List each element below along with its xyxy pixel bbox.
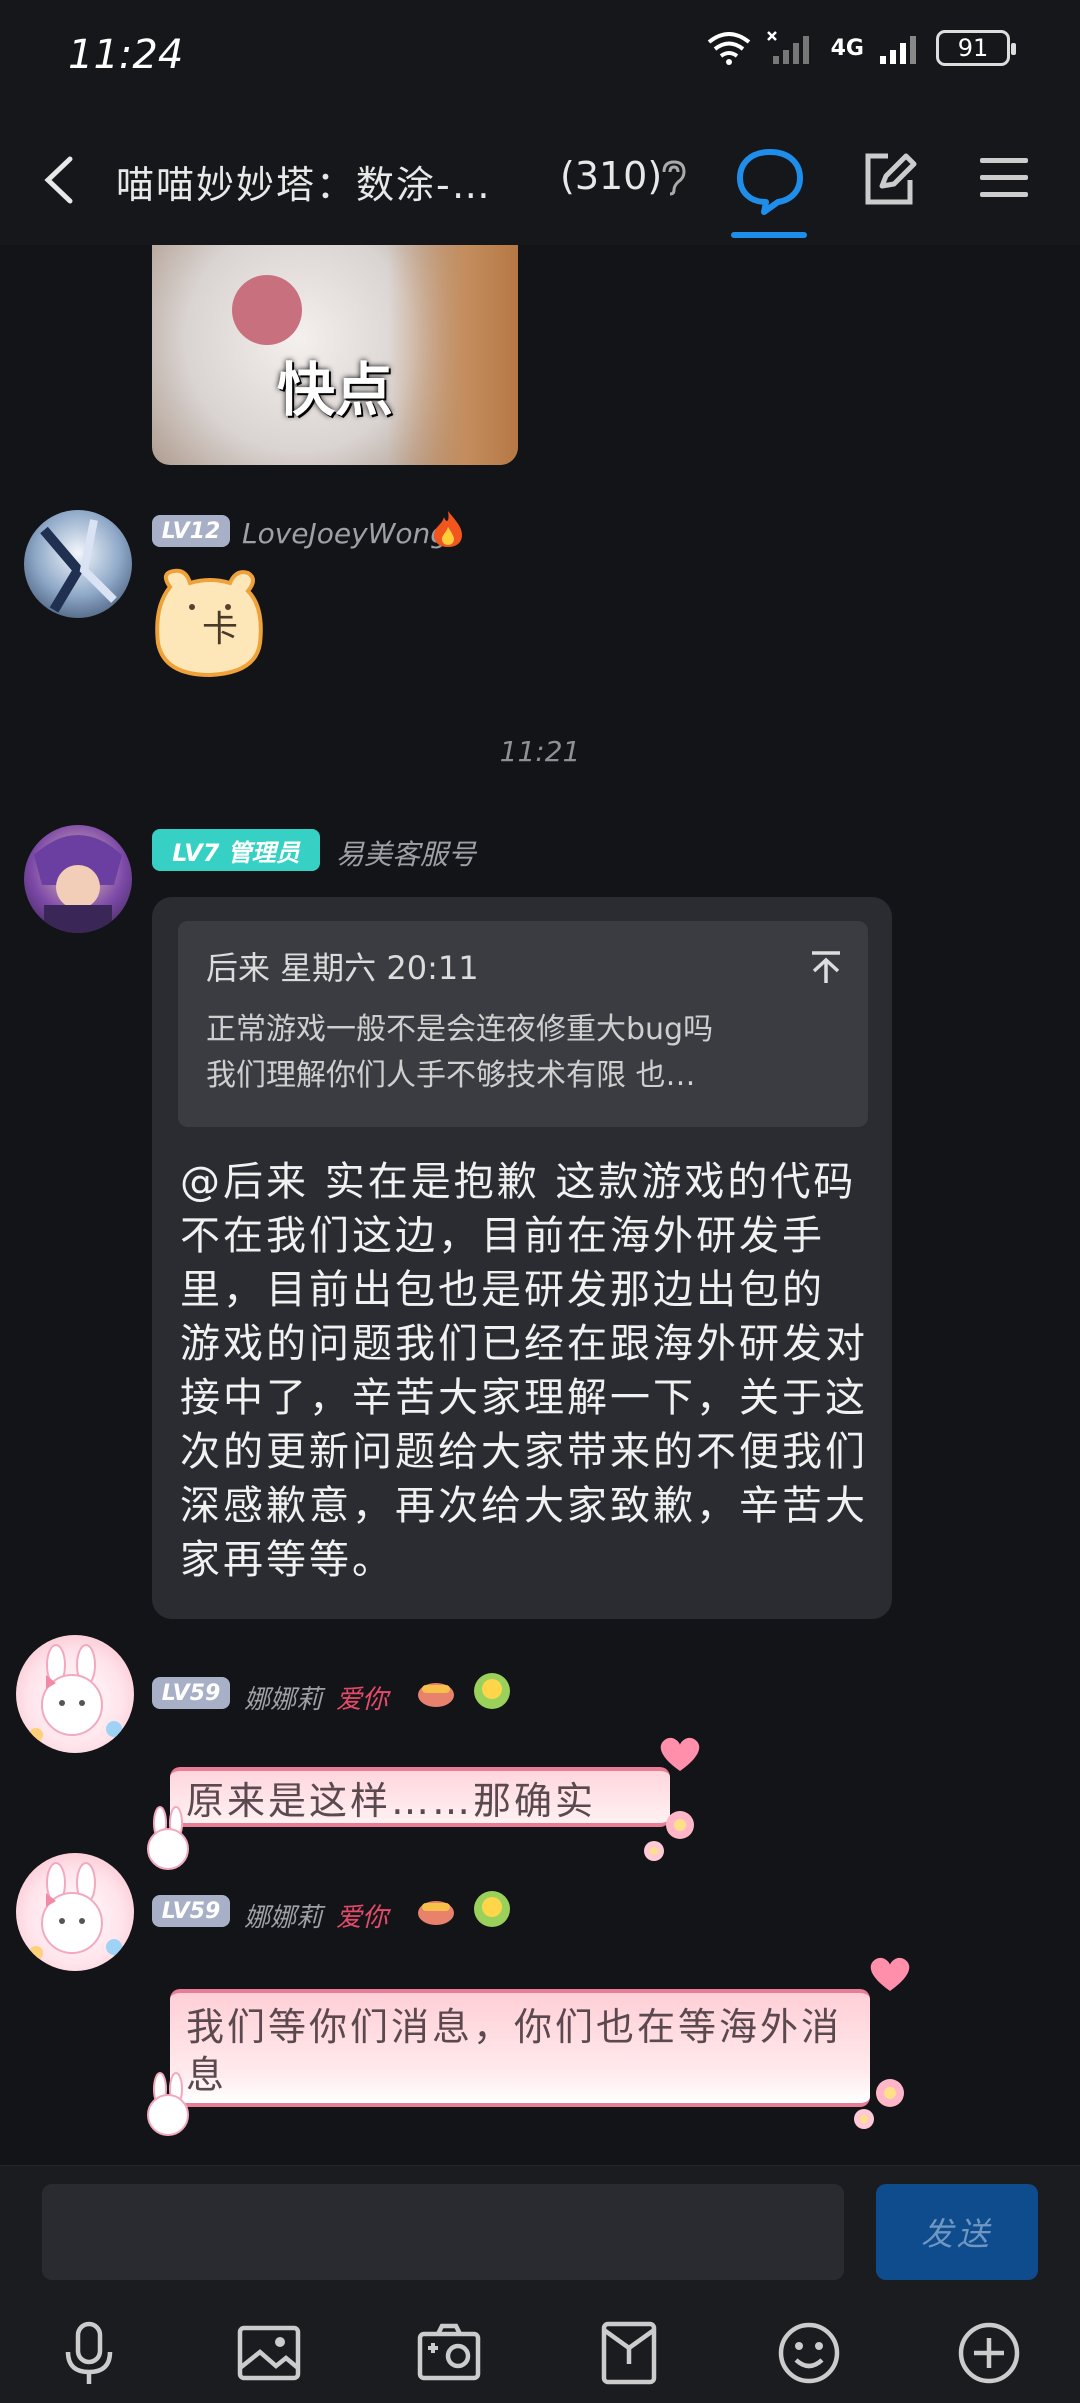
avatar[interactable] bbox=[24, 825, 132, 933]
battery-level: 91 bbox=[957, 34, 989, 62]
message-feed[interactable]: 快点 LV12 LoveJoeyWong 卡 卡 11:21 LV7 管理员 易… bbox=[0, 245, 1080, 2165]
message-text: @后来 实在是抱歉 这款游戏的代码不在我们这边，目前在海外研发手里，目前出包也是… bbox=[180, 1159, 868, 1583]
flower-decoration bbox=[644, 1811, 694, 1861]
sticker-mouth bbox=[232, 275, 302, 345]
signal-icon bbox=[880, 36, 916, 64]
time-divider: 11:21 bbox=[499, 735, 581, 768]
fire-icon bbox=[434, 511, 462, 547]
status-icons: 4G 91 bbox=[705, 30, 1016, 66]
edit-icon[interactable] bbox=[858, 148, 920, 210]
wifi-icon bbox=[707, 32, 750, 65]
quoted-reply[interactable]: 后来 星期六 20:11 正常游戏一般不是会连夜修重大bug吗 我们理解你们人手… bbox=[178, 921, 868, 1127]
bunny-avatar bbox=[29, 1644, 122, 1742]
level-badge: LV12 bbox=[152, 515, 230, 547]
plus-icon[interactable] bbox=[954, 2318, 1024, 2388]
bubble-bunny-decoration bbox=[147, 2072, 189, 2136]
avatar[interactable] bbox=[16, 1853, 134, 1971]
active-tab-indicator bbox=[731, 232, 807, 238]
ear-icon[interactable] bbox=[656, 158, 692, 198]
username[interactable]: LoveJoeyWong bbox=[242, 517, 448, 550]
microphone-icon[interactable] bbox=[54, 2318, 124, 2388]
avatar-portrait bbox=[34, 835, 122, 933]
avatar[interactable] bbox=[24, 510, 132, 618]
quote-author: 后来 星期六 20:11 bbox=[206, 949, 479, 987]
input-bar: 发送 bbox=[0, 2165, 1080, 2403]
message-text: 我们等你们消息，你们也在等海外消息 bbox=[186, 2005, 843, 2097]
message-bubble[interactable]: 后来 星期六 20:11 正常游戏一般不是会连夜修重大bug吗 我们理解你们人手… bbox=[152, 897, 892, 1619]
cat-sticker-image[interactable]: 快点 bbox=[152, 245, 518, 465]
status-bar: 11:24 4G 91 bbox=[0, 0, 1080, 110]
back-arrow-icon[interactable] bbox=[30, 145, 90, 215]
username[interactable]: 娜娜莉 bbox=[244, 1897, 322, 1934]
username[interactable]: 娜娜莉 bbox=[244, 1679, 322, 1716]
send-button[interactable]: 发送 bbox=[876, 2184, 1038, 2280]
avatar[interactable] bbox=[16, 1635, 134, 1753]
sticker-caption: 快点 bbox=[276, 356, 393, 424]
avatar-portrait bbox=[40, 519, 117, 613]
user-tag: 爱你 bbox=[336, 1903, 389, 1933]
message-bubble[interactable]: 我们等你们消息，你们也在等海外消息 bbox=[170, 1989, 870, 2107]
flower-decoration bbox=[854, 2079, 904, 2129]
red-packet-icon[interactable] bbox=[594, 2318, 664, 2388]
user-tag: 爱你 bbox=[336, 1685, 389, 1715]
medal-icon bbox=[418, 1683, 454, 1707]
badge-icon bbox=[474, 1673, 510, 1709]
quote-text-line: 正常游戏一般不是会连夜修重大bug吗 bbox=[206, 1012, 714, 1047]
level-badge: LV59 bbox=[152, 1677, 230, 1709]
chat-bubble-icon[interactable] bbox=[730, 140, 810, 220]
image-icon[interactable] bbox=[234, 2318, 304, 2388]
admin-level-badge: LV7 管理员 bbox=[152, 829, 320, 871]
member-count: (310) bbox=[560, 154, 663, 198]
cat-card-sticker[interactable]: 卡 bbox=[140, 563, 280, 693]
message-bubble[interactable]: 原来是这样……那确实 bbox=[170, 1767, 670, 1827]
message-input[interactable] bbox=[42, 2184, 844, 2280]
badge-icon bbox=[474, 1891, 510, 1927]
signal-off-icon bbox=[766, 31, 809, 64]
menu-icon[interactable] bbox=[976, 152, 1032, 204]
bunny-avatar bbox=[29, 1862, 122, 1960]
network-label: 4G bbox=[830, 35, 864, 61]
battery-indicator: 91 bbox=[936, 30, 1016, 66]
level-badge: LV59 bbox=[152, 1895, 230, 1927]
heart-decoration bbox=[660, 1737, 700, 1771]
message-text: 原来是这样……那确实 bbox=[186, 1779, 597, 1823]
jump-to-original-icon[interactable] bbox=[806, 947, 846, 987]
chat-header: 喵喵妙妙塔：数涂-… (310) bbox=[0, 110, 1080, 245]
camera-icon[interactable] bbox=[414, 2318, 484, 2388]
status-time: 11:24 bbox=[68, 32, 184, 78]
emoji-icon[interactable] bbox=[774, 2318, 844, 2388]
bubble-bunny-decoration bbox=[147, 1806, 189, 1870]
heart-decoration bbox=[870, 1957, 910, 1991]
medal-icon bbox=[418, 1901, 454, 1925]
svg-text:卡: 卡 bbox=[202, 609, 238, 650]
quote-text-line: 我们理解你们人手不够技术有限 也… bbox=[206, 1058, 696, 1093]
username[interactable]: 易美客服号 bbox=[336, 833, 476, 873]
chat-title[interactable]: 喵喵妙妙塔：数涂-… bbox=[116, 154, 492, 209]
